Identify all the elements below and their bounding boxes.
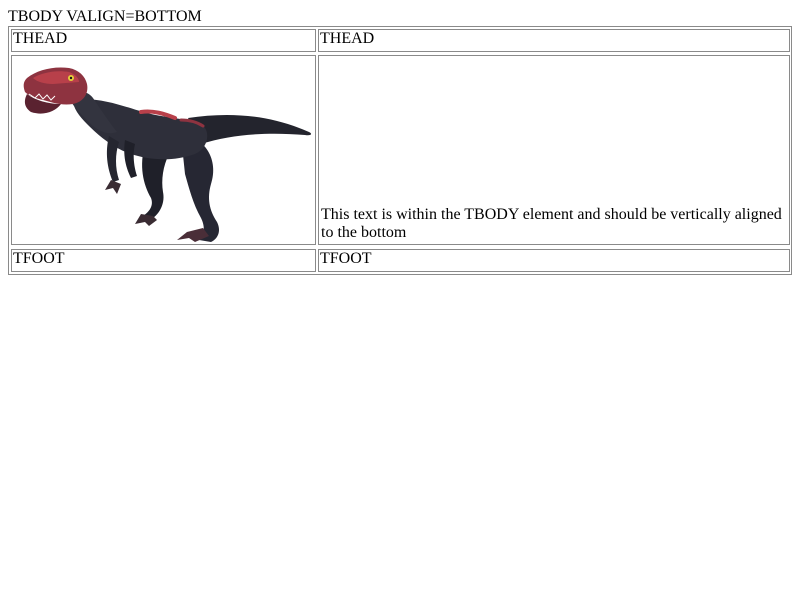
tbody-image-cell	[11, 55, 316, 245]
thead-cell-right: THEAD	[318, 29, 790, 52]
thead-left-label: THEAD	[13, 30, 68, 47]
thead-right-label: THEAD	[320, 30, 375, 47]
data-table: THEAD THEAD This text is within the TBOD…	[8, 26, 792, 275]
tfoot-left-label: TFOOT	[13, 250, 65, 267]
tfoot-right-label: TFOOT	[320, 250, 372, 267]
table-caption: TBODY VALIGN=BOTTOM	[8, 8, 202, 25]
tfoot-cell-right: TFOOT	[318, 249, 790, 272]
tfoot-cell-left: TFOOT	[11, 249, 316, 272]
tbody-text-cell: This text is within the TBODY element an…	[318, 55, 790, 245]
thead-cell-left: THEAD	[11, 29, 316, 52]
velociraptor-image	[23, 67, 312, 242]
tbody-bottom-text: This text is within the TBODY element an…	[321, 206, 782, 241]
